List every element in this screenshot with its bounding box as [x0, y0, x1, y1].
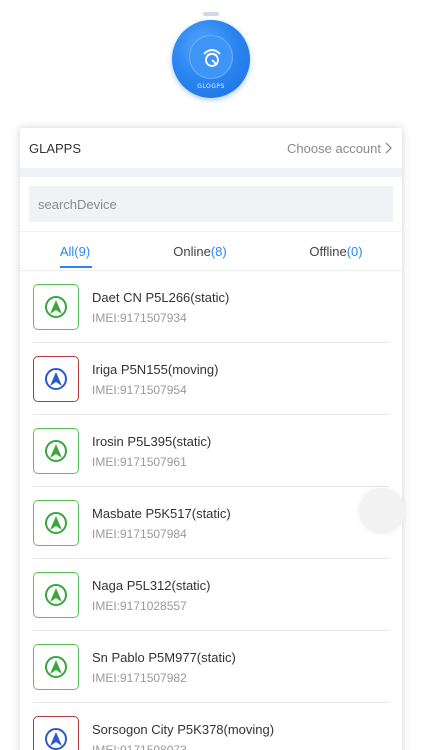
- tab-offline-count: (0): [346, 243, 363, 259]
- logo-text: GLOGPS: [197, 83, 225, 90]
- choose-account-button[interactable]: Choose account: [287, 141, 392, 156]
- tab-all-count: (9): [74, 243, 91, 259]
- device-imei: IMEI:9171507961: [92, 454, 187, 469]
- device-imei: IMEI:9171507934: [92, 310, 187, 325]
- status-badge: [33, 500, 79, 546]
- panel-header: GLAPPS Choose account: [20, 128, 402, 168]
- floating-assistive-button[interactable]: [359, 488, 405, 534]
- device-name: Masbate P5K517(static): [92, 505, 231, 521]
- device-row[interactable]: Sorsogon City P5K378(moving) IMEI:917150…: [20, 703, 402, 750]
- navigation-arrow-icon: [50, 444, 62, 458]
- tab-all[interactable]: All (9): [20, 232, 130, 270]
- device-imei: IMEI:9171507954: [92, 382, 187, 397]
- device-imei: IMEI:9171028557: [92, 598, 187, 613]
- navigation-arrow-icon: [50, 660, 62, 674]
- signal-icon: [189, 35, 233, 79]
- logo-notch: [203, 12, 219, 16]
- navigation-arrow-icon: [50, 300, 62, 314]
- tab-online-label: Online: [173, 243, 211, 259]
- tab-online[interactable]: Online (8): [130, 232, 270, 270]
- device-name: Sn Pablo P5M977(static): [92, 649, 236, 665]
- navigation-arrow-icon: [50, 516, 62, 530]
- device-row[interactable]: Masbate P5K517(static) IMEI:9171507984: [20, 487, 402, 559]
- status-badge: [33, 572, 79, 618]
- navigation-arrow-icon: [50, 732, 62, 746]
- choose-account-label: Choose account: [287, 140, 381, 156]
- device-row[interactable]: Sn Pablo P5M977(static) IMEI:9171507982: [20, 631, 402, 703]
- tab-all-label: All: [59, 243, 75, 259]
- navigation-arrow-icon: [50, 588, 62, 602]
- device-row[interactable]: Naga P5L312(static) IMEI:9171028557: [20, 559, 402, 631]
- status-badge: [33, 428, 79, 474]
- device-row[interactable]: Daet CN P5L266(static) IMEI:9171507934: [20, 271, 402, 343]
- search-input[interactable]: [29, 186, 393, 222]
- device-panel: GLAPPS Choose account All(9) Online(8) O…: [20, 128, 402, 750]
- device-name: Iriga P5N155(moving): [92, 361, 219, 377]
- navigation-arrow-icon: [50, 372, 62, 386]
- device-row[interactable]: Irosin P5L395(static) IMEI:9171507961: [20, 415, 402, 487]
- status-badge: [33, 716, 79, 750]
- device-imei: IMEI:9171507982: [92, 670, 187, 685]
- device-name: Daet CN P5L266(static): [92, 289, 230, 305]
- device-name: Naga P5L312(static): [92, 577, 211, 593]
- device-row[interactable]: Iriga P5N155(moving) IMEI:9171507954: [20, 343, 402, 415]
- app-logo: GLOGPS: [172, 20, 250, 98]
- tab-offline-label: Offline: [309, 243, 347, 259]
- tab-online-count: (8): [210, 243, 227, 259]
- chevron-right-icon: [385, 142, 392, 154]
- status-badge: [33, 356, 79, 402]
- device-name: Irosin P5L395(static): [92, 433, 212, 449]
- device-name: Sorsogon City P5K378(moving): [92, 721, 275, 737]
- device-imei: IMEI:9171508073: [92, 742, 187, 750]
- filter-tabs: All (9) Online (8) Offline (0): [20, 231, 402, 271]
- header-divider: [20, 168, 402, 177]
- status-badge: [33, 284, 79, 330]
- app-name: GLAPPS: [29, 140, 82, 156]
- device-imei: IMEI:9171507984: [92, 526, 187, 541]
- status-badge: [33, 644, 79, 690]
- device-list: Daet CN P5L266(static) IMEI:9171507934 I…: [20, 271, 402, 750]
- tab-offline[interactable]: Offline (0): [270, 232, 402, 270]
